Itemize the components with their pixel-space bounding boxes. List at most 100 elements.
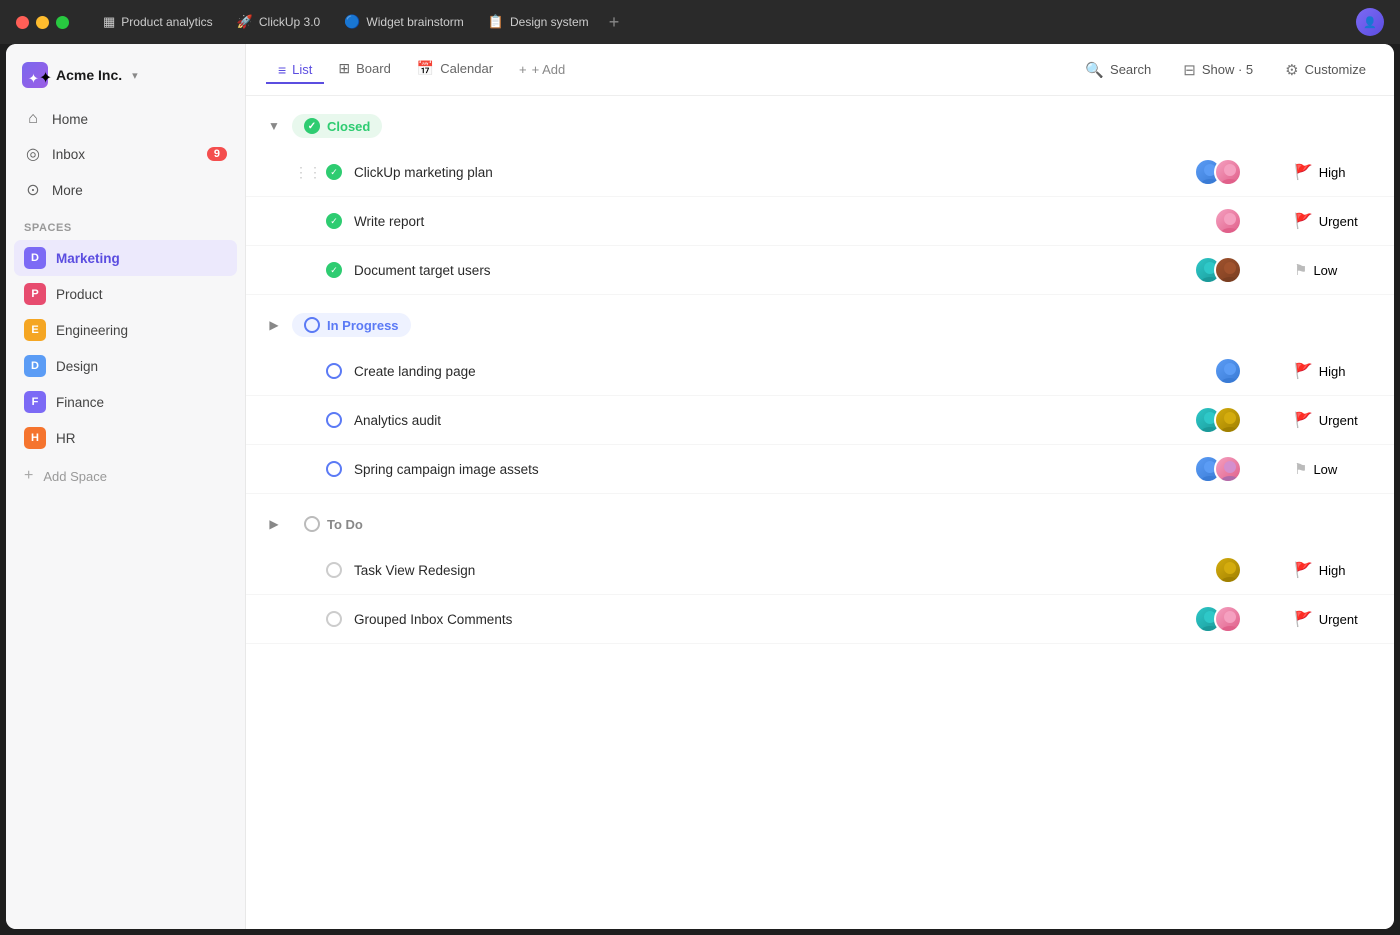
more-label: More — [52, 183, 83, 198]
check-icon: ✓ — [330, 216, 338, 227]
avatar — [1214, 357, 1242, 385]
inprogress-label: In Progress — [327, 318, 399, 333]
add-space-label: Add Space — [43, 469, 107, 484]
task-checkbox[interactable] — [326, 363, 342, 379]
sidebar-item-inbox[interactable]: ◎ Inbox 9 — [14, 136, 237, 172]
tab-list[interactable]: ≡ List — [266, 56, 324, 84]
space-name-design: Design — [56, 359, 98, 374]
table-row[interactable]: ⋮⋮ Analytics audit 🚩 Urgent — [246, 396, 1394, 445]
task-checkbox[interactable]: ✓ — [326, 213, 342, 229]
avatar — [1214, 207, 1242, 235]
tab-product-analytics[interactable]: ▦ Product analytics — [93, 10, 223, 34]
status-badge-todo: To Do — [292, 512, 375, 536]
sidebar-item-product[interactable]: P Product — [14, 276, 237, 312]
priority-flag-icon: ⚑ — [1294, 460, 1307, 478]
table-row[interactable]: ⋮⋮ Create landing page 🚩 High — [246, 347, 1394, 396]
table-row[interactable]: ⋮⋮ Task View Redesign 🚩 High — [246, 546, 1394, 595]
sidebar-item-more[interactable]: ⊙ More — [14, 172, 237, 208]
avatar — [1214, 556, 1242, 584]
chevron-right-icon: ▶ — [266, 517, 282, 531]
tab-clickup[interactable]: 🚀 ClickUp 3.0 — [227, 10, 331, 34]
inbox-icon: ◎ — [24, 144, 42, 164]
avatar — [1214, 256, 1242, 284]
close-button[interactable] — [16, 16, 29, 29]
tab-calendar[interactable]: 📅 Calendar — [405, 54, 505, 85]
table-row[interactable]: ⋮⋮ ✓ Document target users ⚑ Low — [246, 246, 1394, 295]
toolbar: ≡ List ⊞ Board 📅 Calendar + + Add — [246, 44, 1394, 96]
sidebar-item-home[interactable]: ⌂ Home — [14, 102, 237, 136]
task-checkbox[interactable] — [326, 562, 342, 578]
task-checkbox[interactable] — [326, 461, 342, 477]
sidebar-item-design[interactable]: D Design — [14, 348, 237, 384]
add-view-button[interactable]: + + Add — [507, 56, 577, 83]
user-avatar[interactable]: 👤 — [1356, 8, 1384, 36]
workspace-chevron-icon: ▾ — [132, 69, 138, 82]
main-content: ≡ List ⊞ Board 📅 Calendar + + Add — [246, 44, 1394, 929]
add-space-button[interactable]: + Add Space — [6, 460, 245, 492]
avatar — [1214, 158, 1242, 186]
task-assignees — [1194, 455, 1242, 483]
workspace-logo: ✦ — [22, 62, 48, 88]
group-header-todo[interactable]: ▶ To Do — [246, 502, 1394, 546]
closed-label: Closed — [327, 119, 370, 134]
task-name: Analytics audit — [354, 413, 1182, 428]
table-row[interactable]: ⋮⋮ ✓ ClickUp marketing plan 🚩 High — [246, 148, 1394, 197]
closed-status-dot: ✓ — [304, 118, 320, 134]
space-avatar-product: P — [24, 283, 46, 305]
tab-label: Design system — [510, 15, 589, 29]
task-priority: 🚩 High — [1294, 362, 1374, 380]
home-icon: ⌂ — [24, 110, 42, 128]
view-tabs: ≡ List ⊞ Board 📅 Calendar + + Add — [266, 54, 1077, 85]
task-checkbox[interactable] — [326, 412, 342, 428]
table-row[interactable]: ⋮⋮ Spring campaign image assets ⚑ Low — [246, 445, 1394, 494]
task-name: Write report — [354, 214, 1202, 229]
sidebar-item-hr[interactable]: H HR — [14, 420, 237, 456]
task-assignees — [1214, 556, 1242, 584]
tab-design[interactable]: 📋 Design system — [478, 10, 599, 34]
task-assignees — [1194, 406, 1242, 434]
chevron-down-icon: ▼ — [266, 119, 282, 133]
task-checkbox[interactable]: ✓ — [326, 164, 342, 180]
tab-icon: 🚀 — [237, 14, 253, 30]
check-icon: ✓ — [330, 265, 338, 276]
priority-flag-icon: 🚩 — [1294, 163, 1313, 181]
sidebar-nav: ⌂ Home ◎ Inbox 9 ⊙ More — [6, 102, 245, 208]
workspace-header[interactable]: ✦ Acme Inc. ▾ — [6, 56, 245, 102]
priority-flag-icon: 🚩 — [1294, 411, 1313, 429]
tab-board-label: Board — [356, 61, 391, 76]
minimize-button[interactable] — [36, 16, 49, 29]
group-header-inprogress[interactable]: ▶ In Progress — [246, 303, 1394, 347]
chevron-right-icon: ▶ — [266, 318, 282, 332]
inprogress-status-dot — [304, 317, 320, 333]
group-header-closed[interactable]: ▼ ✓ Closed — [246, 104, 1394, 148]
sidebar-item-finance[interactable]: F Finance — [14, 384, 237, 420]
workspace-logo-icon: ✦ — [28, 68, 42, 82]
table-row[interactable]: ⋮⋮ Grouped Inbox Comments 🚩 Urgent — [246, 595, 1394, 644]
spaces-label: Spaces — [6, 208, 245, 240]
sidebar-item-marketing[interactable]: D Marketing — [14, 240, 237, 276]
task-checkbox[interactable] — [326, 611, 342, 627]
tab-board[interactable]: ⊞ Board — [326, 54, 402, 85]
show-icon: ⊟ — [1183, 61, 1196, 79]
inbox-label: Inbox — [52, 147, 85, 162]
search-action[interactable]: 🔍 Search — [1077, 56, 1159, 84]
priority-label: Low — [1313, 462, 1337, 477]
customize-action[interactable]: ⚙ Customize — [1277, 56, 1374, 84]
priority-label: High — [1319, 165, 1346, 180]
maximize-button[interactable] — [56, 16, 69, 29]
tab-icon: 📋 — [488, 14, 504, 30]
task-checkbox[interactable]: ✓ — [326, 262, 342, 278]
show-action[interactable]: ⊟ Show · 5 — [1175, 56, 1261, 84]
add-tab-button[interactable]: + — [603, 12, 626, 33]
task-assignees — [1194, 605, 1242, 633]
space-name-product: Product — [56, 287, 103, 302]
priority-label: Urgent — [1319, 214, 1358, 229]
priority-flag-icon: 🚩 — [1294, 212, 1313, 230]
task-assignees — [1214, 207, 1242, 235]
tab-widget[interactable]: 🔵 Widget brainstorm — [334, 10, 474, 34]
sidebar-item-engineering[interactable]: E Engineering — [14, 312, 237, 348]
task-priority: ⚑ Low — [1294, 261, 1374, 279]
search-label: Search — [1110, 62, 1151, 77]
table-row[interactable]: ⋮⋮ ✓ Write report 🚩 Urgent — [246, 197, 1394, 246]
space-avatar-design: D — [24, 355, 46, 377]
